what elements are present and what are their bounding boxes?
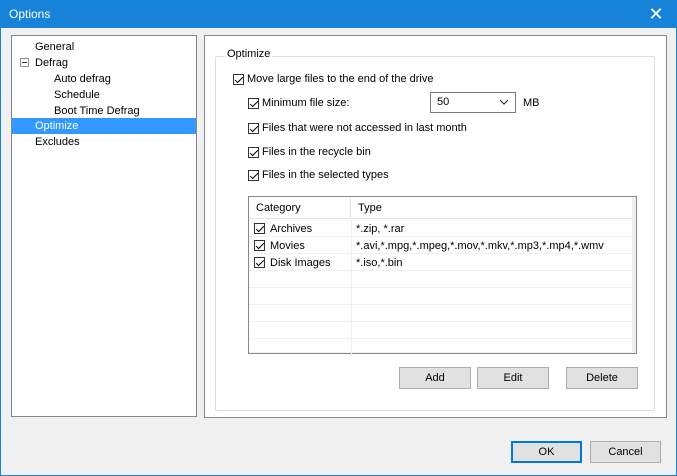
column-separator	[351, 220, 352, 237]
tree-item-defrag[interactable]: Defrag	[35, 55, 68, 71]
selected-types-checkbox[interactable]	[248, 170, 259, 181]
tree-item-auto-defrag[interactable]: Auto defrag	[54, 71, 111, 87]
tree-item-boot-time-defrag[interactable]: Boot Time Defrag	[54, 103, 140, 119]
tree-item-optimize[interactable]: Optimize	[12, 118, 196, 134]
empty-row	[249, 288, 636, 305]
table-row[interactable]: Movies *.avi,*.mpg,*.mpeg,*.mov,*.mkv,*.…	[249, 237, 636, 254]
add-button[interactable]: Add	[399, 367, 471, 389]
empty-row	[249, 339, 636, 356]
row-category: Movies	[270, 240, 305, 252]
tree-item-excludes[interactable]: Excludes	[35, 134, 80, 150]
options-tree[interactable]: General Defrag Auto defrag Schedule Boot…	[11, 35, 197, 417]
column-separator	[351, 339, 352, 356]
move-large-files-label: Move large files to the end of the drive	[247, 73, 434, 85]
not-accessed-label: Files that were not accessed in last mon…	[262, 122, 467, 134]
column-separator	[351, 254, 352, 271]
recycle-bin-checkbox[interactable]	[248, 147, 259, 158]
row-category: Disk Images	[270, 257, 331, 269]
group-label: Optimize	[225, 48, 273, 60]
chevron-down-icon	[499, 99, 509, 105]
title-bar[interactable]: Options ✕	[1, 1, 676, 28]
empty-row	[249, 322, 636, 339]
row-type: *.zip, *.rar	[356, 223, 405, 235]
edit-button[interactable]: Edit	[477, 367, 549, 389]
table-scrollbar[interactable]	[632, 197, 636, 353]
options-window: Options ✕ General Defrag Auto defrag Sch…	[0, 0, 677, 476]
column-separator	[351, 237, 352, 254]
min-file-size-select[interactable]: 50	[430, 92, 516, 113]
empty-row	[249, 271, 636, 288]
min-file-size-checkbox[interactable]	[248, 98, 259, 109]
row-type: *.iso,*.bin	[356, 257, 403, 269]
ok-button[interactable]: OK	[511, 441, 582, 463]
column-separator	[351, 305, 352, 322]
column-separator	[351, 288, 352, 305]
optimize-panel: Optimize Move large files to the end of …	[204, 35, 667, 418]
column-header-type[interactable]: Type	[351, 197, 636, 219]
row-category: Archives	[270, 223, 313, 235]
recycle-bin-label: Files in the recycle bin	[262, 146, 371, 158]
cancel-button[interactable]: Cancel	[590, 441, 661, 463]
min-file-size-label: Minimum file size:	[262, 97, 350, 109]
window-title: Options	[9, 7, 51, 21]
min-file-size-value: 50	[437, 96, 450, 108]
collapse-icon[interactable]	[20, 58, 29, 67]
row-checkbox[interactable]	[254, 240, 265, 251]
types-table[interactable]: Category Type Archives *.zip, *.rar Movi…	[248, 196, 637, 356]
tree-item-schedule[interactable]: Schedule	[54, 87, 100, 103]
column-separator	[351, 271, 352, 288]
column-separator	[351, 322, 352, 339]
table-row[interactable]: Archives *.zip, *.rar	[249, 220, 636, 237]
column-header-category[interactable]: Category	[249, 197, 351, 219]
selected-types-label: Files in the selected types	[262, 169, 389, 181]
row-type: *.avi,*.mpg,*.mpeg,*.mov,*.mkv,*.mp3,*.m…	[356, 240, 604, 252]
not-accessed-checkbox[interactable]	[248, 123, 259, 134]
close-icon[interactable]: ✕	[646, 4, 666, 24]
row-checkbox[interactable]	[254, 223, 265, 234]
tree-item-general[interactable]: General	[35, 39, 74, 55]
min-file-size-unit: MB	[523, 97, 540, 109]
delete-button[interactable]: Delete	[566, 367, 638, 389]
table-row[interactable]: Disk Images *.iso,*.bin	[249, 254, 636, 271]
empty-row	[249, 305, 636, 322]
move-large-files-checkbox[interactable]	[233, 74, 244, 85]
row-checkbox[interactable]	[254, 257, 265, 268]
